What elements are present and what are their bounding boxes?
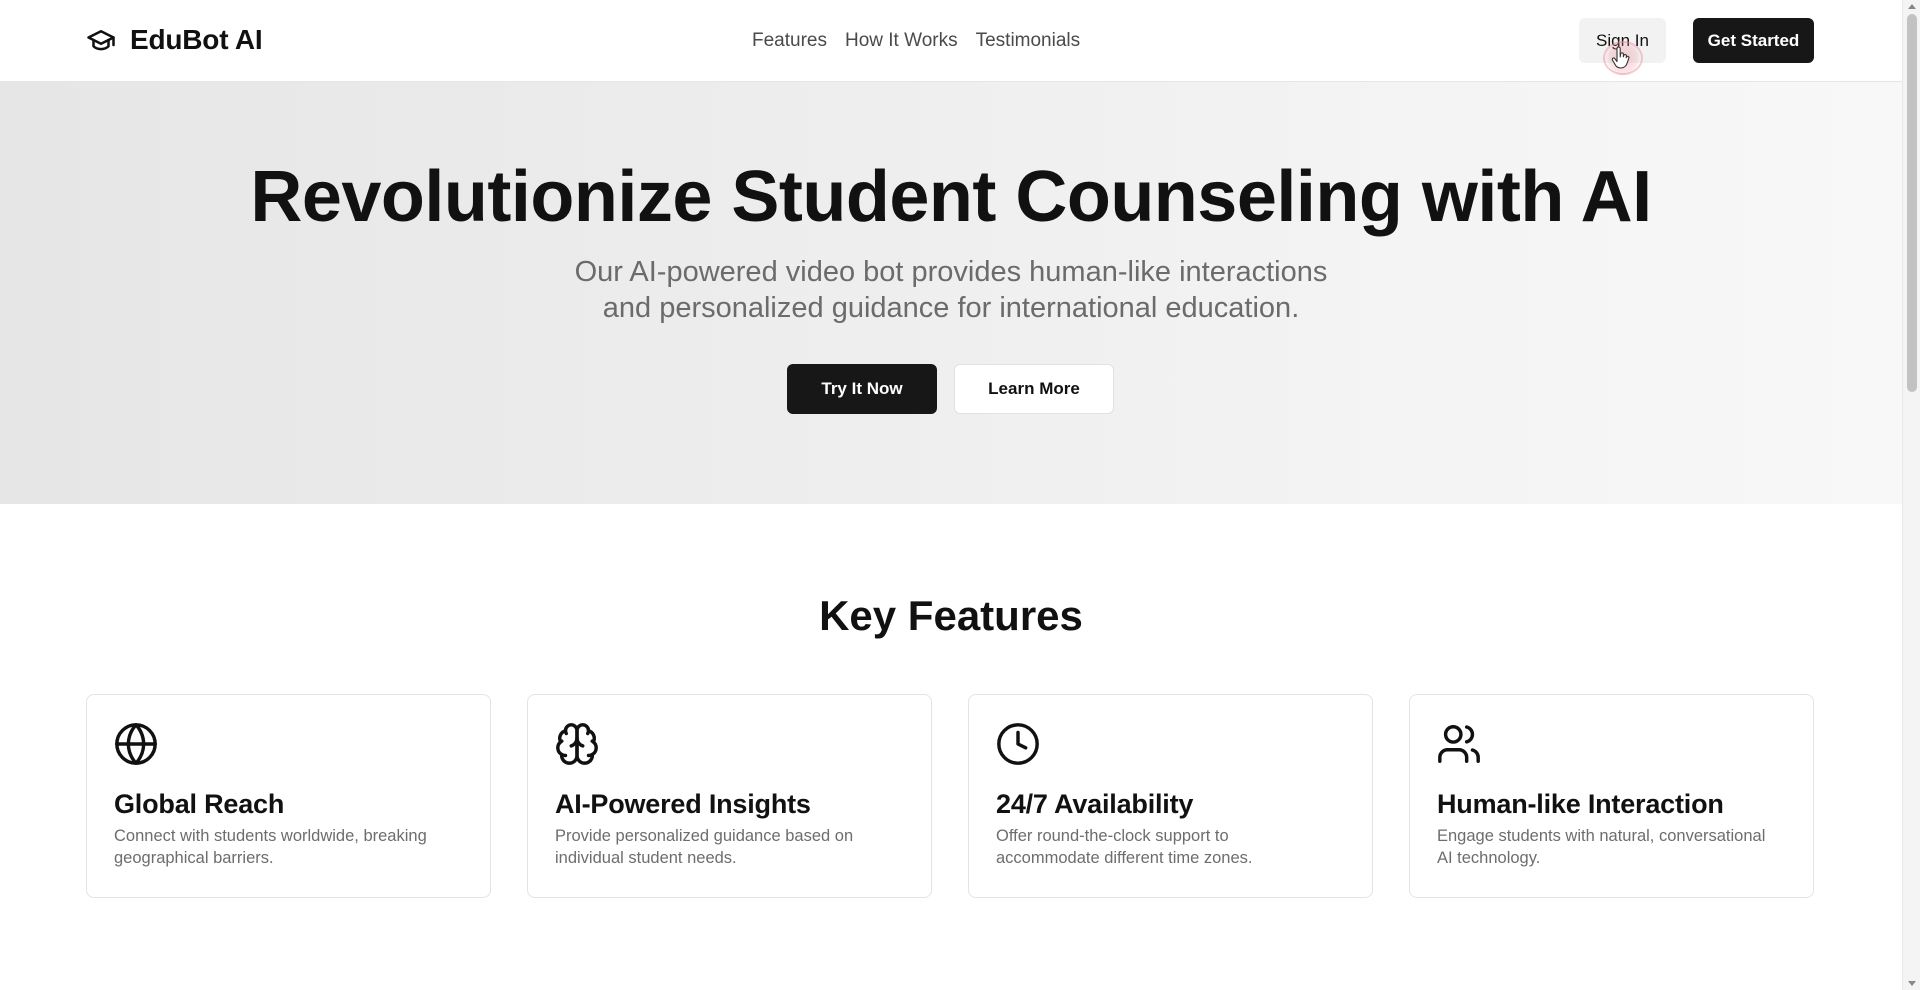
hero-section: Revolutionize Student Counseling with AI… xyxy=(0,82,1902,504)
feature-description-line-1: Engage students with natural, conversati… xyxy=(1437,827,1766,845)
learn-more-button[interactable]: Learn More xyxy=(954,364,1114,414)
feature-description-line-1: Connect with students worldwide, breakin… xyxy=(114,827,427,845)
get-started-button[interactable]: Get Started xyxy=(1693,18,1814,63)
feature-card-global-reach: Global Reach Connect with students world… xyxy=(86,694,491,898)
feature-description: Engage students with natural, conversati… xyxy=(1437,825,1787,869)
feature-title: Human-like Interaction xyxy=(1437,789,1724,819)
feature-description: Connect with students worldwide, breakin… xyxy=(114,825,464,869)
brand-name: EduBot AI xyxy=(130,24,263,55)
feature-card-availability: 24/7 Availability Offer round-the-clock … xyxy=(968,694,1373,898)
page-scrollbar[interactable] xyxy=(1902,0,1920,990)
users-icon xyxy=(1438,725,1480,763)
feature-description-line-2: geographical barriers. xyxy=(114,849,274,867)
nav-link-how-it-works[interactable]: How It Works xyxy=(845,30,958,52)
scroll-up-arrow-icon[interactable] xyxy=(1908,4,1916,9)
clock-icon xyxy=(997,723,1039,765)
features-title: Key Features xyxy=(819,592,1083,639)
scroll-down-arrow-icon[interactable] xyxy=(1908,981,1916,986)
graduation-cap-icon xyxy=(87,30,115,51)
feature-description-line-1: Provide personalized guidance based on xyxy=(555,827,854,845)
main-nav: Features How It Works Testimonials xyxy=(752,28,1080,54)
nav-link-testimonials[interactable]: Testimonials xyxy=(976,30,1081,52)
hero-subtitle: Our AI-powered video bot provides human-… xyxy=(0,254,1902,326)
globe-icon xyxy=(115,723,157,765)
feature-card-human-interaction: Human-like Interaction Engage students w… xyxy=(1409,694,1814,898)
hero-subtitle-line-1: Our AI-powered video bot provides human-… xyxy=(574,256,1328,288)
feature-title: AI-Powered Insights xyxy=(555,789,811,819)
brain-icon xyxy=(556,723,598,765)
feature-description-line-1: Offer round-the-clock support to xyxy=(996,827,1229,845)
try-it-now-button[interactable]: Try It Now xyxy=(787,364,937,414)
feature-description: Offer round-the-clock support to accommo… xyxy=(996,825,1346,869)
feature-title: 24/7 Availability xyxy=(996,789,1194,819)
feature-description-line-2: accommodate different time zones. xyxy=(996,849,1253,867)
hand-pointer-icon xyxy=(1611,46,1630,69)
feature-card-ai-insights: AI-Powered Insights Provide personalized… xyxy=(527,694,932,898)
feature-title: Global Reach xyxy=(114,789,285,819)
hero-title: Revolutionize Student Counseling with AI xyxy=(250,157,1652,237)
feature-description-line-2: AI technology. xyxy=(1437,849,1541,867)
feature-description-line-2: individual student needs. xyxy=(555,849,737,867)
scrollbar-thumb[interactable] xyxy=(1907,14,1917,392)
brand[interactable]: EduBot AI xyxy=(86,22,263,58)
feature-description: Provide personalized guidance based on i… xyxy=(555,825,905,869)
nav-link-features[interactable]: Features xyxy=(752,30,827,52)
hero-subtitle-line-2: and personalized guidance for internatio… xyxy=(602,292,1300,324)
